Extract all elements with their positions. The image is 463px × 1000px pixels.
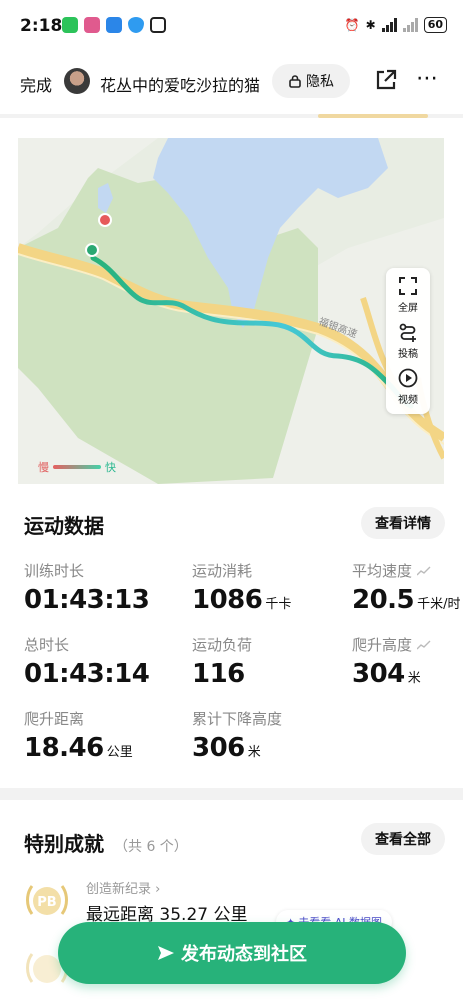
privacy-button[interactable]: 隐私 <box>272 64 350 98</box>
notification-icons <box>62 17 166 33</box>
metric-value: 304 <box>352 659 405 689</box>
map-tools: 全屏 投稿 视频 <box>386 268 430 414</box>
metric-value: 306 <box>192 733 245 763</box>
metric-value: 01:43:14 <box>24 659 150 689</box>
start-marker <box>85 243 99 257</box>
svg-text:PB: PB <box>37 895 56 910</box>
metric-value: 20.5 <box>352 585 415 615</box>
fullscreen-button[interactable]: 全屏 <box>386 276 430 314</box>
metric-training-time: 训练时长 01:43:13 <box>24 560 150 615</box>
send-icon <box>158 946 174 960</box>
system-icons: ⏰ ✱ 60 <box>345 17 447 33</box>
metric-label: 爬升高度 <box>352 636 413 654</box>
legend-fast: 快 <box>105 461 116 474</box>
status-time: 2:18 <box>20 16 63 36</box>
pb-badge-icon: PB <box>26 885 68 915</box>
metric-unit: 米 <box>247 745 261 760</box>
submit-route-label: 投稿 <box>398 349 418 360</box>
speed-legend: 慢 快 <box>38 459 116 475</box>
metric-value: 18.46 <box>24 733 104 763</box>
lock-icon <box>289 75 301 88</box>
metric-total-time: 总时长 01:43:14 <box>24 634 150 689</box>
metric-value: 1086 <box>192 585 263 615</box>
view-details-button[interactable]: 查看详情 <box>361 507 445 539</box>
chart-icon <box>417 566 431 575</box>
legend-gradient <box>53 465 101 469</box>
status-bar: 2:18 ⏰ ✱ 60 <box>0 0 463 52</box>
app-icon <box>106 17 122 33</box>
metric-label: 运动消耗 <box>192 562 253 580</box>
top-navigation: 完成 花丛中的爱吃沙拉的猫 隐私 ⋯ <box>0 52 463 114</box>
avatar[interactable] <box>64 68 90 94</box>
publish-label: 发布动态到社区 <box>181 944 307 965</box>
route-icon <box>399 323 416 342</box>
metric-calories: 运动消耗 1086 千卡 <box>192 560 291 615</box>
view-all-button[interactable]: 查看全部 <box>361 823 445 855</box>
more-icon[interactable]: ⋯ <box>416 68 439 90</box>
metric-unit: 米 <box>407 671 421 686</box>
metric-label: 累计下降高度 <box>192 710 283 728</box>
map-canvas: 福银高速 <box>18 138 444 484</box>
metric-total-descent: 累计下降高度 306 米 <box>192 708 282 763</box>
bluetooth-icon: ✱ <box>365 18 376 32</box>
submit-route-button[interactable]: 投稿 <box>386 322 430 360</box>
metric-unit: 千卡 <box>265 597 292 612</box>
legend-slow: 慢 <box>38 461 49 474</box>
app-icon <box>84 17 100 33</box>
workout-data-card: 运动数据 查看详情 训练时长 01:43:13 运动消耗 1086 千卡 平均速度… <box>0 488 463 788</box>
chart-icon <box>417 640 431 649</box>
achievement-tag[interactable]: 创造新纪录 › <box>86 878 160 897</box>
route-map-card: 福银高速 全屏 投稿 视频 慢 快 <box>0 118 463 488</box>
fullscreen-icon <box>399 277 417 295</box>
metric-label: 总时长 <box>24 636 70 654</box>
metric-avg-speed[interactable]: 平均速度 20.5 千米/时 <box>352 560 461 615</box>
achievements-title: 特别成就 （共 6 个） <box>24 828 188 857</box>
alarm-icon: ⏰ <box>344 18 360 32</box>
achievements-count: （共 6 个） <box>114 839 188 855</box>
metric-label: 平均速度 <box>352 562 413 580</box>
publish-button[interactable]: 发布动态到社区 <box>58 922 406 984</box>
shield-icon <box>128 17 144 33</box>
metric-unit: 千米/时 <box>417 597 461 612</box>
metric-value: 116 <box>192 659 245 689</box>
done-button[interactable]: 完成 <box>20 72 52 96</box>
route-map[interactable]: 福银高速 <box>18 138 444 484</box>
privacy-label: 隐私 <box>306 74 334 90</box>
signal-icon <box>402 18 418 32</box>
wechat-icon <box>62 17 78 33</box>
achievements-title-text: 特别成就 <box>24 832 104 856</box>
section-title: 运动数据 <box>24 514 104 538</box>
metric-elevation-gain[interactable]: 爬升高度 304 米 <box>352 634 431 689</box>
metric-label: 运动负荷 <box>192 636 253 654</box>
metric-value: 01:43:13 <box>24 585 150 615</box>
metric-climb-distance: 爬升距离 18.46 公里 <box>24 708 133 763</box>
battery-icon: 60 <box>423 17 447 33</box>
video-label: 视频 <box>398 395 418 406</box>
page-title: 花丛中的爱吃沙拉的猫 <box>100 76 260 95</box>
play-icon <box>398 368 418 388</box>
nfc-icon <box>150 17 166 33</box>
video-button[interactable]: 视频 <box>386 368 430 406</box>
metric-training-load: 运动负荷 116 <box>192 634 252 689</box>
signal-icon <box>381 18 397 32</box>
metric-label: 训练时长 <box>24 562 85 580</box>
end-marker <box>98 213 112 227</box>
metric-unit: 公里 <box>106 745 133 760</box>
share-icon[interactable] <box>374 68 398 92</box>
fullscreen-label: 全屏 <box>398 303 418 314</box>
metric-label: 爬升距离 <box>24 710 85 728</box>
